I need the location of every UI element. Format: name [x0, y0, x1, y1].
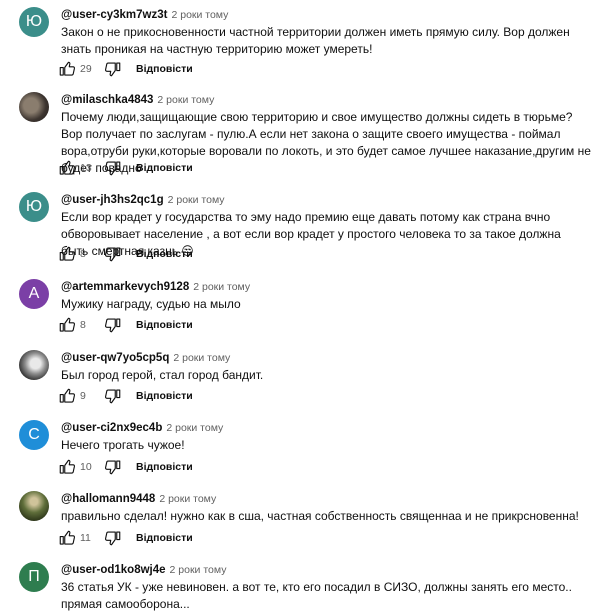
thumbs-down-icon[interactable]: [104, 159, 122, 177]
comment-actions: 8 Відповісти: [58, 315, 193, 335]
comment-time[interactable]: 2 роки тому: [157, 94, 214, 106]
thumbs-up-icon[interactable]: [58, 458, 76, 476]
comment-header: @hallomann9448 2 роки тому: [61, 491, 216, 505]
thumbs-up-icon[interactable]: [58, 316, 76, 334]
comment-time[interactable]: 2 роки тому: [170, 564, 227, 576]
comment-text: Закон о не прикосновенности частной терр…: [61, 25, 570, 56]
comment-text: 36 статья УК - уже невиновен. а вот те, …: [61, 580, 572, 611]
comment-time[interactable]: 2 роки тому: [171, 9, 228, 21]
thumbs-up-icon[interactable]: [58, 245, 76, 263]
comment-time[interactable]: 2 роки тому: [193, 281, 250, 293]
thumbs-down-icon[interactable]: [104, 245, 122, 263]
comment-header: @milaschka4843 2 роки тому: [61, 92, 214, 106]
author-name[interactable]: @user-qw7yo5cp5q: [61, 352, 169, 364]
comment-actions: 11 Відповісти: [58, 528, 193, 548]
avatar[interactable]: C: [19, 420, 49, 450]
avatar[interactable]: [19, 92, 49, 122]
comment-time[interactable]: 2 роки тому: [173, 352, 230, 364]
comment-header: @user-qw7yo5cp5q 2 роки тому: [61, 350, 230, 364]
avatar[interactable]: Ю: [19, 192, 49, 222]
author-name[interactable]: @user-jh3hs2qc1g: [61, 194, 164, 206]
like-count: 10: [80, 461, 92, 473]
comment-header: @user-ci2nx9ec4b 2 роки тому: [61, 420, 223, 434]
avatar[interactable]: A: [19, 279, 49, 309]
comment-time[interactable]: 2 роки тому: [168, 194, 225, 206]
comment-actions: 13 Відповісти: [58, 158, 193, 178]
thumbs-down-icon[interactable]: [104, 316, 122, 334]
thumbs-down-icon[interactable]: [104, 458, 122, 476]
like-count: 11: [80, 532, 91, 544]
author-name[interactable]: @milaschka4843: [61, 94, 153, 106]
reply-button[interactable]: Відповісти: [136, 461, 193, 473]
like-count: 9: [80, 390, 86, 402]
comment-text: правильно сделал! нужно как в сша, частн…: [61, 509, 579, 523]
author-name[interactable]: @hallomann9448: [61, 493, 155, 505]
like-count: 8: [80, 248, 86, 260]
reply-button[interactable]: Відповісти: [136, 390, 193, 402]
avatar[interactable]: Ю: [19, 7, 49, 37]
reply-button[interactable]: Відповісти: [136, 248, 193, 260]
thumbs-up-icon[interactable]: [58, 60, 76, 78]
comment-header: @user-od1ko8wj4e 2 роки тому: [61, 562, 226, 576]
reply-button[interactable]: Відповісти: [136, 319, 193, 331]
like-count: 29: [80, 63, 92, 75]
thumbs-down-icon[interactable]: [104, 529, 122, 547]
comment-text: Мужику награду, судью на мыло: [61, 297, 241, 311]
like-count: 8: [80, 319, 86, 331]
comment-header: @user-jh3hs2qc1g 2 роки тому: [61, 192, 225, 206]
author-name[interactable]: @artemmarkevych9128: [61, 281, 189, 293]
thumbs-up-icon[interactable]: [58, 529, 76, 547]
comment-text: Нечего трогать чужое!: [61, 438, 185, 452]
reply-button[interactable]: Відповісти: [136, 63, 193, 75]
comment-header: @artemmarkevych9128 2 роки тому: [61, 279, 250, 293]
comment-text: Был город герой, стал город бандит.: [61, 368, 264, 382]
author-name[interactable]: @user-ci2nx9ec4b: [61, 422, 162, 434]
avatar[interactable]: [19, 350, 49, 380]
thumbs-down-icon[interactable]: [104, 387, 122, 405]
avatar[interactable]: П: [19, 562, 49, 592]
reply-button[interactable]: Відповісти: [136, 532, 193, 544]
thumbs-up-icon[interactable]: [58, 387, 76, 405]
thumbs-up-icon[interactable]: [58, 159, 76, 177]
reply-button[interactable]: Відповісти: [136, 162, 193, 174]
thumbs-down-icon[interactable]: [104, 60, 122, 78]
comment-header: @user-cy3km7wz3t 2 роки тому: [61, 7, 228, 21]
author-name[interactable]: @user-cy3km7wz3t: [61, 9, 167, 21]
comment-actions: 8 Відповісти: [58, 244, 193, 264]
comment-actions: 9 Відповісти: [58, 386, 193, 406]
comment-actions: 10 Відповісти: [58, 457, 193, 477]
comment-actions: 29 Відповісти: [58, 59, 193, 79]
like-count: 13: [80, 162, 92, 174]
comment-time[interactable]: 2 роки тому: [159, 493, 216, 505]
author-name[interactable]: @user-od1ko8wj4e: [61, 564, 166, 576]
avatar[interactable]: [19, 491, 49, 521]
comment-time[interactable]: 2 роки тому: [166, 422, 223, 434]
